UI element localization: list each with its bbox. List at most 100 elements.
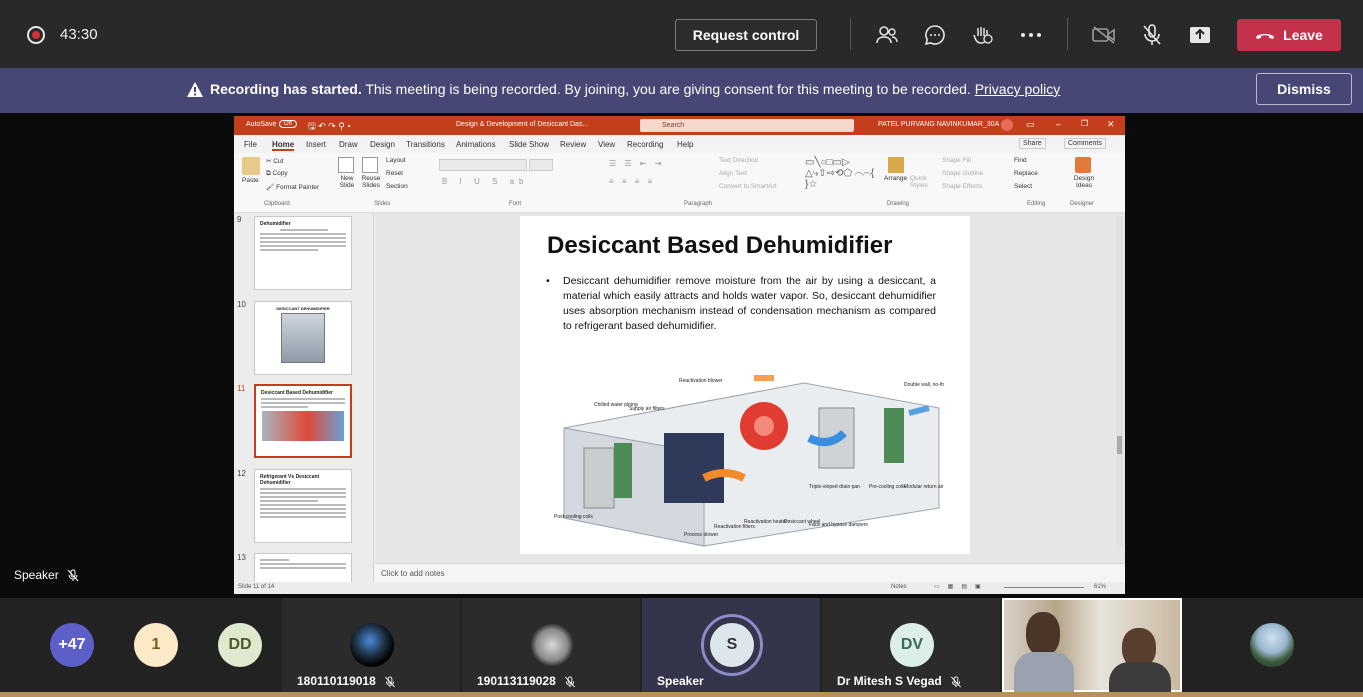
svg-text:Triple-sloped drain pan: Triple-sloped drain pan [809, 484, 860, 490]
ppt-search-box[interactable]: Search [640, 119, 854, 132]
format-painter-label: Format Painter [276, 184, 320, 191]
mic-off-icon [564, 676, 575, 688]
align-text-button[interactable]: Align Text [719, 170, 747, 177]
shape-fill-button[interactable]: Shape Fill [942, 157, 971, 164]
tab-animations[interactable]: Animations [456, 140, 496, 149]
thumb-title: Desiccant Based Dehumidifier [261, 390, 333, 396]
replace-button[interactable]: Replace [1014, 170, 1038, 177]
current-slide[interactable]: Desiccant Based Dehumidifier Desiccant d… [520, 216, 970, 554]
tab-design[interactable]: Design [370, 140, 395, 149]
shapes-gallery[interactable]: ▭╲○□▭▷ △⤷⇧⇨⟲⬠ ⌒⌒{ }☆ [805, 157, 875, 190]
new-slide-icon[interactable] [338, 157, 354, 173]
shape-effects-button[interactable]: Shape Effects [942, 183, 982, 190]
select-button[interactable]: Select [1014, 183, 1032, 190]
tab-recording[interactable]: Recording [627, 140, 663, 149]
reuse-slides-button[interactable]: Reuse Slides [359, 175, 383, 189]
view-buttons[interactable]: ▭▦▤▣ [934, 583, 989, 590]
request-control-button[interactable]: Request control [675, 19, 817, 51]
zoom-slider[interactable] [1004, 587, 1084, 588]
slide-thumbnail[interactable] [254, 553, 352, 583]
list-buttons[interactable]: ☰ ☰ ⇤ ⇥ [609, 159, 664, 168]
font-family-select[interactable] [439, 159, 527, 171]
participant-tile[interactable]: 190113119028 [462, 598, 640, 692]
participant-tile-speaking[interactable]: S Speaker [642, 598, 820, 692]
tab-slide-show[interactable]: Slide Show [509, 140, 549, 149]
participant-tile[interactable]: 180110119018 [282, 598, 460, 692]
convert-smartart-button[interactable]: Convert to SmartArt [719, 183, 776, 190]
camera-off-icon[interactable] [1091, 22, 1117, 48]
notes-toggle[interactable]: Notes [891, 584, 907, 590]
reset-button[interactable]: Reset [386, 170, 403, 177]
participant-video-tile[interactable] [1002, 598, 1182, 694]
font-format-buttons[interactable]: B I U S ab [442, 177, 528, 186]
paste-button[interactable]: Paste [242, 177, 259, 184]
restore-icon[interactable]: ❐ [1081, 119, 1088, 128]
recording-banner: Recording has started. This meeting is b… [0, 68, 1363, 113]
overflow-participants-button[interactable]: +47 [50, 623, 94, 667]
arrange-button[interactable]: Arrange [884, 175, 907, 182]
paste-icon[interactable] [242, 157, 260, 175]
notes-pane[interactable]: Click to add notes [375, 563, 1125, 582]
participant-tile[interactable]: DV Dr Mitesh S Vegad [822, 598, 1000, 692]
dismiss-button[interactable]: Dismiss [1256, 73, 1352, 105]
text-direction-button[interactable]: Text Direction [719, 157, 758, 164]
autosave-toggle[interactable]: Off [279, 120, 297, 128]
share-screen-icon[interactable] [1187, 22, 1213, 48]
tab-insert[interactable]: Insert [306, 140, 326, 149]
participant-photo[interactable] [1250, 623, 1294, 667]
tab-home[interactable]: Home [272, 140, 295, 151]
tab-help[interactable]: Help [677, 140, 693, 149]
reactions-icon[interactable] [970, 22, 996, 48]
section-button[interactable]: Section [386, 183, 408, 190]
toolbar-divider [850, 18, 851, 50]
slide-thumbnail[interactable]: DESICCANT DEHUMIDIFIER [254, 301, 352, 375]
tab-draw[interactable]: Draw [339, 140, 358, 149]
design-ideas-icon[interactable] [1075, 157, 1091, 173]
taskbar-strip [0, 692, 1363, 697]
tab-review[interactable]: Review [560, 140, 586, 149]
warning-icon [187, 82, 203, 97]
ribbon-display-icon[interactable]: ▭ [1026, 119, 1035, 130]
leave-button[interactable]: Leave [1237, 19, 1341, 51]
thumb-image [262, 411, 344, 441]
format-painter-button[interactable]: 🖌 Format Painter [266, 183, 319, 191]
align-buttons[interactable]: ≡ ≡ ≡ ≡ [609, 177, 655, 186]
slide-counter: Slide 11 of 14 [238, 584, 275, 590]
tab-view[interactable]: View [598, 140, 615, 149]
design-ideas-button[interactable]: Design Ideas [1070, 175, 1098, 189]
cut-button[interactable]: ✂ Cut [266, 157, 283, 165]
font-size-select[interactable] [529, 159, 553, 171]
more-actions-icon[interactable] [1018, 22, 1044, 48]
thumb-image [281, 313, 325, 363]
tab-transitions[interactable]: Transitions [406, 140, 445, 149]
chat-icon[interactable] [922, 22, 948, 48]
slide-thumbnail[interactable]: Refrigerant Vs Desiccant Dehumidifier [254, 469, 352, 543]
close-icon[interactable]: ✕ [1107, 119, 1115, 130]
slide-thumbnail[interactable]: Dehumidifier [254, 216, 352, 290]
privacy-policy-link[interactable]: Privacy policy [975, 81, 1061, 97]
share-button[interactable]: Share [1019, 138, 1046, 149]
comments-button[interactable]: Comments [1064, 138, 1106, 149]
find-button[interactable]: Find [1014, 157, 1027, 164]
participants-icon[interactable] [874, 22, 900, 48]
new-slide-button[interactable]: New Slide [336, 175, 358, 189]
tab-file[interactable]: File [244, 140, 257, 149]
quick-access-icons[interactable]: 🖫 ↶ ↷ ⚲ ▾ [308, 119, 351, 135]
copy-button[interactable]: ⧉ Copy [266, 170, 288, 178]
layout-button[interactable]: Layout [386, 157, 406, 164]
reuse-slides-icon[interactable] [362, 157, 378, 173]
mic-off-icon[interactable] [1139, 22, 1165, 48]
slide-scrollbar[interactable] [1116, 216, 1123, 546]
participant-video-shirt [1109, 662, 1171, 694]
minimize-icon[interactable]: – [1056, 119, 1061, 129]
participant-avatar[interactable]: 1 [134, 623, 178, 667]
recording-message-bold: Recording has started. [210, 81, 362, 97]
slide-thumbnail-active[interactable]: Desiccant Based Dehumidifier [254, 384, 352, 458]
group-slides: Slides [374, 201, 391, 207]
shared-powerpoint-window: AutoSave Off 🖫 ↶ ↷ ⚲ ▾ Design & Developm… [234, 116, 1125, 594]
participant-avatar[interactable]: DD [218, 623, 262, 667]
quick-styles-button[interactable]: Quick Styles [910, 175, 932, 189]
arrange-icon[interactable] [888, 157, 904, 173]
shape-outline-button[interactable]: Shape Outline [942, 170, 983, 177]
svg-text:Pre-cooling coils: Pre-cooling coils [869, 484, 906, 490]
